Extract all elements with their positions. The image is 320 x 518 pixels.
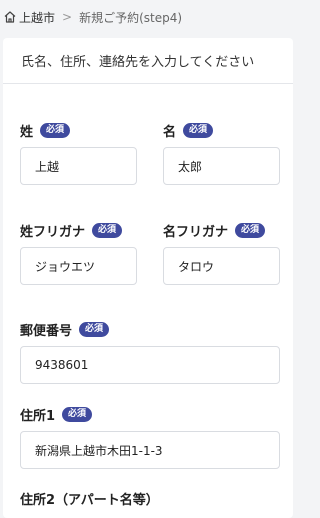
required-badge: 必須 [40, 123, 71, 138]
last-name-kana-input[interactable]: ジョウエツ [20, 247, 137, 285]
postal-code-label: 郵便番号 必須 [20, 320, 110, 339]
breadcrumb-home-link[interactable]: 上越市 [3, 9, 55, 26]
address1-label-text: 住所1 [20, 409, 56, 424]
form-card: 氏名、住所、連絡先を入力してください 姓 必須 上越 名 必須 太郎 姓フリガナ… [3, 38, 293, 518]
breadcrumb-home-label: 上越市 [19, 10, 56, 25]
address2-label-text: 住所2（アパート名等） [20, 493, 159, 508]
postal-code-input[interactable]: 9438601 [20, 346, 280, 384]
last-name-kana-label-text: 姓フリガナ [20, 225, 86, 240]
first-name-label-text: 名 [163, 125, 177, 140]
last-name-kana-label: 姓フリガナ 必須 [20, 221, 123, 240]
required-badge: 必須 [183, 123, 214, 138]
address2-label: 住所2（アパート名等） [20, 489, 159, 508]
required-badge: 必須 [92, 223, 123, 238]
required-badge: 必須 [62, 407, 93, 422]
address1-input[interactable]: 新潟県上越市木田1-1-3 [20, 431, 280, 469]
form-header: 氏名、住所、連絡先を入力してください [3, 38, 293, 84]
address1-label: 住所1 必須 [20, 405, 93, 424]
home-icon [4, 11, 16, 23]
first-name-kana-label-text: 名フリガナ [163, 225, 229, 240]
first-name-kana-label: 名フリガナ 必須 [163, 221, 266, 240]
breadcrumb: 上越市 > 新規ご予約(step4) [0, 0, 299, 34]
first-name-kana-input[interactable]: タロウ [163, 247, 280, 285]
breadcrumb-separator: > [62, 10, 73, 24]
postal-code-label-text: 郵便番号 [20, 324, 73, 339]
first-name-input[interactable]: 太郎 [163, 147, 280, 185]
last-name-label-text: 姓 [20, 125, 34, 140]
required-badge: 必須 [79, 322, 110, 337]
last-name-label: 姓 必須 [20, 121, 71, 140]
last-name-input[interactable]: 上越 [20, 147, 137, 185]
first-name-label: 名 必須 [163, 121, 214, 140]
breadcrumb-current: 新規ご予約(step4) [79, 10, 183, 25]
required-badge: 必須 [235, 223, 266, 238]
